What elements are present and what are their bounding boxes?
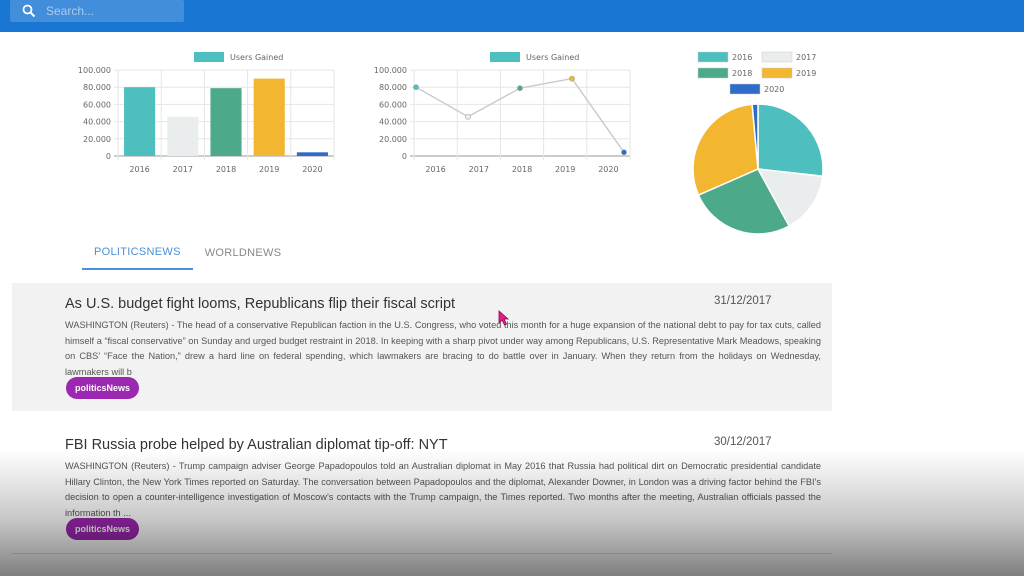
category-badge[interactable]: politicsNews (66, 377, 140, 399)
x-tick-label: 2019 (555, 165, 575, 174)
bar-2019 (253, 78, 285, 156)
point-2018 (517, 85, 523, 92)
legend-swatch-2017 (761, 51, 793, 63)
news-date: 31/12/2017 (714, 295, 772, 307)
y-tick-label: 0 (106, 152, 111, 161)
legend-label-2019: 2019 (796, 69, 816, 78)
y-tick-label: 100.000 (374, 66, 407, 75)
category-badge[interactable]: politicsNews (66, 518, 140, 540)
top-app-bar (0, 0, 1024, 32)
point-2020 (621, 149, 627, 156)
news-title[interactable]: FBI Russia probe helped by Australian di… (65, 437, 448, 453)
news-body: WASHINGTON (Reuters) - The head of a con… (65, 320, 821, 377)
legend-label: Users Gained (526, 53, 579, 62)
y-tick-label: 0 (402, 152, 407, 161)
legend-label-2017: 2017 (796, 53, 816, 62)
search-box[interactable] (10, 0, 184, 22)
bar-2020 (296, 152, 328, 156)
x-tick-label: 2019 (259, 165, 279, 174)
x-tick-label: 2018 (216, 165, 236, 174)
point-2016 (413, 84, 419, 91)
y-tick-label: 40.000 (379, 118, 407, 127)
x-tick-label: 2020 (598, 165, 618, 174)
bar-chart: 100.000 80.000 60.000 40.000 20.000 0 2016 2017… (72, 46, 352, 186)
x-tick-label: 2017 (173, 165, 193, 174)
y-tick-label: 80.000 (379, 83, 407, 92)
news-item[interactable]: FBI Russia probe helped by Australian di… (12, 424, 832, 552)
news-body: WASHINGTON (Reuters) - Trump campaign ad… (65, 461, 821, 518)
bar-2018 (210, 88, 242, 156)
y-tick-label: 80.000 (83, 83, 111, 92)
y-tick-label: 100.000 (78, 66, 111, 75)
pie-chart: 2016 2017 2018 2019 2020 (684, 46, 834, 241)
news-date: 30/12/2017 (714, 436, 772, 448)
point-2017 (465, 113, 471, 120)
legend-swatch-2019 (761, 67, 793, 79)
legend-swatch (194, 52, 224, 62)
news-item[interactable]: As U.S. budget fight looms, Republicans … (12, 283, 832, 411)
mouse-cursor-icon (498, 310, 510, 326)
point-2019 (569, 75, 575, 82)
y-tick-label: 60.000 (379, 100, 407, 109)
news-title[interactable]: As U.S. budget fight looms, Republicans … (65, 296, 455, 312)
legend-label-2018: 2018 (732, 69, 752, 78)
legend-label: Users Gained (230, 53, 283, 62)
bar-2016 (124, 87, 156, 156)
y-tick-label: 60.000 (83, 100, 111, 109)
x-tick-label: 2017 (469, 165, 489, 174)
divider (12, 553, 832, 554)
legend-label-2016: 2016 (732, 53, 752, 62)
legend-label-2020: 2020 (764, 85, 784, 94)
legend-swatch-2018 (697, 67, 729, 79)
line-chart: 100.000 80.000 60.000 40.000 20.000 0 2016 2017… (368, 46, 648, 186)
bar-2017 (167, 116, 199, 156)
tab-worldnews[interactable]: WORLDNEWS (193, 236, 294, 270)
legend-swatch-2020 (729, 83, 761, 95)
x-tick-label: 2020 (302, 165, 322, 174)
pie-slice-2016 (757, 103, 824, 178)
y-tick-label: 20.000 (379, 135, 407, 144)
x-tick-label: 2016 (129, 165, 149, 174)
legend-swatch-2016 (697, 51, 729, 63)
legend-swatch (490, 52, 520, 62)
tab-politicsnews[interactable]: POLITICSNEWS (82, 236, 193, 270)
x-tick-label: 2018 (512, 165, 532, 174)
news-tabs: POLITICSNEWS WORLDNEWS (82, 236, 293, 270)
x-tick-label: 2016 (425, 165, 445, 174)
search-icon (22, 4, 36, 18)
y-tick-label: 20.000 (83, 135, 111, 144)
y-tick-label: 40.000 (83, 118, 111, 127)
search-input[interactable] (46, 4, 176, 18)
